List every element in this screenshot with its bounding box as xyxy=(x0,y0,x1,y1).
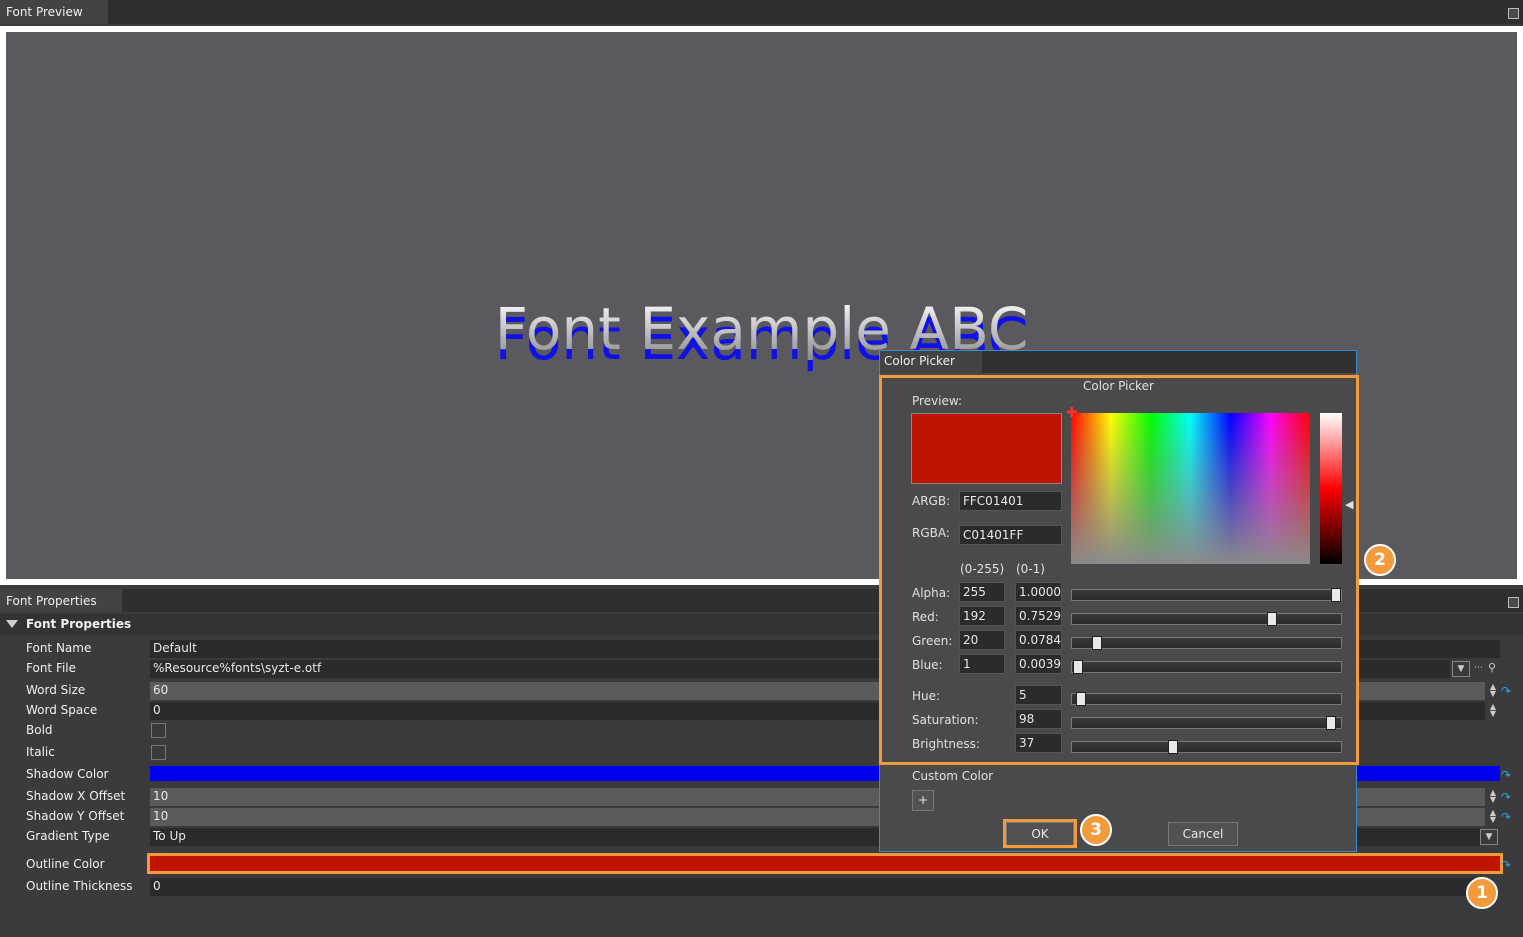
hue-saturation-field[interactable] xyxy=(1071,413,1310,564)
pin-icon[interactable] xyxy=(1508,597,1519,608)
crosshair-icon[interactable]: ✚ xyxy=(1066,406,1082,422)
reset-icon[interactable]: ↷ xyxy=(1501,811,1511,823)
cancel-button[interactable]: Cancel xyxy=(1168,822,1238,846)
chevron-down-icon[interactable]: ▼ xyxy=(1452,661,1470,677)
saturation-slider-thumb[interactable] xyxy=(1326,716,1336,730)
word-space-label: Word Space xyxy=(26,703,98,717)
outline-thickness-label: Outline Thickness xyxy=(26,879,133,893)
italic-checkbox[interactable] xyxy=(151,745,166,760)
picker-header: Color Picker xyxy=(1083,379,1154,393)
custom-color-label: Custom Color xyxy=(912,769,994,783)
hue-slider-thumb[interactable] xyxy=(1076,692,1086,706)
pin-icon[interactable] xyxy=(1508,8,1519,19)
callout-highlight-ok xyxy=(1003,819,1077,848)
callout-badge-2: 2 xyxy=(1364,544,1396,576)
callout-badge-1: 1 xyxy=(1466,877,1498,909)
alpha-label: Alpha: xyxy=(912,586,951,600)
spinner-icon[interactable]: ▲ ▼ xyxy=(1488,683,1498,699)
shadow-y-label: Shadow Y Offset xyxy=(26,809,125,823)
hue-label: Hue: xyxy=(912,689,941,703)
col-header-255: (0-255) xyxy=(960,562,1005,576)
browse-icon[interactable]: ⋯ xyxy=(1474,663,1483,673)
collapse-triangle-icon[interactable] xyxy=(6,620,18,628)
word-size-label: Word Size xyxy=(26,683,86,697)
alpha-slider-thumb[interactable] xyxy=(1331,588,1341,602)
rgba-input[interactable]: C01401FF xyxy=(959,525,1062,545)
red-label: Red: xyxy=(912,610,939,624)
green-label: Green: xyxy=(912,634,953,648)
red-slider[interactable] xyxy=(1071,612,1342,626)
red-slider-thumb[interactable] xyxy=(1267,612,1277,626)
outline-thickness-field[interactable]: 0 xyxy=(150,878,1480,896)
brightness-slider-thumb[interactable] xyxy=(1168,740,1178,754)
saturation-slider[interactable] xyxy=(1071,716,1342,730)
bold-label: Bold xyxy=(26,723,53,737)
hue-input[interactable]: 5 xyxy=(1015,685,1062,705)
callout-highlight-outline-color xyxy=(147,853,1503,874)
brightness-strip[interactable] xyxy=(1320,413,1342,564)
blue-255-input[interactable]: 1 xyxy=(959,654,1005,674)
color-preview-swatch xyxy=(911,413,1062,484)
spinner-icon[interactable]: ▲ ▼ xyxy=(1488,789,1498,805)
reset-icon[interactable]: ↷ xyxy=(1501,685,1511,697)
green-255-input[interactable]: 20 xyxy=(959,630,1005,650)
preview-tabbar: Font Preview xyxy=(0,0,1523,24)
shadow-color-label: Shadow Color xyxy=(26,767,109,781)
bold-checkbox[interactable] xyxy=(151,723,166,738)
brightness-slider[interactable] xyxy=(1071,740,1342,754)
brightness-label: Brightness: xyxy=(912,737,980,751)
spinner-icon[interactable]: ▲ ▼ xyxy=(1488,703,1498,719)
green-01-input[interactable]: 0.0784 xyxy=(1015,630,1062,650)
font-name-label: Font Name xyxy=(26,641,92,655)
add-custom-color-button[interactable]: + xyxy=(912,790,934,811)
outline-color-label: Outline Color xyxy=(26,857,105,871)
green-slider[interactable] xyxy=(1071,636,1342,650)
saturation-input[interactable]: 98 xyxy=(1015,709,1062,729)
font-file-label: Font File xyxy=(26,661,77,675)
italic-label: Italic xyxy=(26,745,55,759)
tab-font-properties[interactable]: Font Properties xyxy=(0,589,122,613)
saturation-label: Saturation: xyxy=(912,713,979,727)
blue-slider[interactable] xyxy=(1071,660,1342,674)
chevron-down-icon[interactable]: ▼ xyxy=(1480,829,1498,845)
argb-label: ARGB: xyxy=(912,494,951,508)
reset-icon[interactable]: ↷ xyxy=(1501,791,1511,803)
reset-icon[interactable]: ↷ xyxy=(1501,769,1511,781)
spinner-icon[interactable]: ▲ ▼ xyxy=(1488,809,1498,825)
blue-label: Blue: xyxy=(912,658,943,672)
reset-icon[interactable]: ↷ xyxy=(1501,859,1511,871)
green-slider-thumb[interactable] xyxy=(1092,636,1102,650)
brightness-pointer-icon[interactable]: ◀ xyxy=(1345,498,1353,511)
tab-font-preview[interactable]: Font Preview xyxy=(0,0,108,24)
section-title: Font Properties xyxy=(26,617,132,631)
brightness-input[interactable]: 37 xyxy=(1015,733,1062,753)
red-01-input[interactable]: 0.7529 xyxy=(1015,606,1062,626)
argb-input[interactable]: FFC01401 xyxy=(959,491,1062,511)
callout-badge-3: 3 xyxy=(1080,814,1112,846)
alpha-255-input[interactable]: 255 xyxy=(959,582,1005,602)
gradient-type-label: Gradient Type xyxy=(26,829,110,843)
search-icon[interactable]: ⚲ xyxy=(1488,661,1496,674)
red-255-input[interactable]: 192 xyxy=(959,606,1005,626)
col-header-01: (0-1) xyxy=(1016,562,1045,576)
blue-01-input[interactable]: 0.0039 xyxy=(1015,654,1062,674)
shadow-x-label: Shadow X Offset xyxy=(26,789,126,803)
preview-label: Preview: xyxy=(912,394,963,408)
blue-slider-thumb[interactable] xyxy=(1073,660,1083,674)
hue-slider[interactable] xyxy=(1071,692,1342,706)
alpha-01-input[interactable]: 1.0000 xyxy=(1015,582,1062,602)
dialog-title: Color Picker xyxy=(880,351,982,373)
alpha-slider[interactable] xyxy=(1071,588,1342,602)
rgba-label: RGBA: xyxy=(912,526,950,540)
